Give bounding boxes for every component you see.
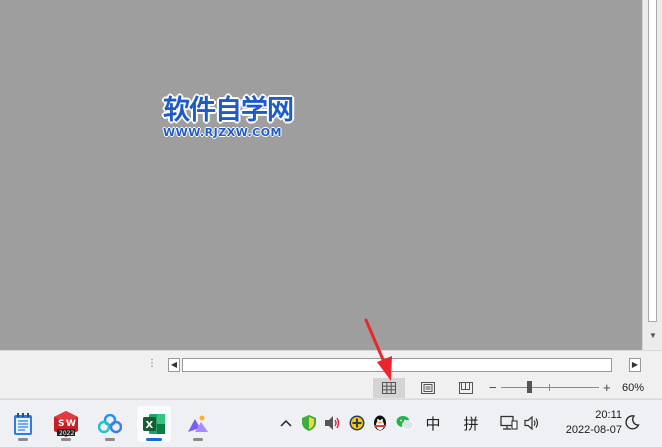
page-layout-icon — [421, 382, 435, 394]
taskbar-app-excel[interactable]: X — [137, 406, 171, 442]
notification-center-button[interactable] — [624, 414, 642, 432]
qq-penguin-icon — [374, 415, 386, 431]
cloud-icon — [98, 414, 122, 434]
moon-icon — [625, 415, 640, 430]
svg-text:2022: 2022 — [59, 430, 74, 437]
running-indicator — [193, 438, 203, 441]
tray-security-shield[interactable] — [300, 413, 318, 433]
shield-icon — [302, 415, 316, 431]
zoom-out-button[interactable]: − — [489, 379, 497, 397]
vertical-scrollbar[interactable]: ▼ — [642, 0, 662, 350]
taskbar-app-baidu-netdisk[interactable] — [93, 406, 127, 442]
scroll-down-icon[interactable]: ▼ — [647, 330, 659, 342]
status-bar: − + 60% — [0, 377, 662, 399]
network-icon — [500, 415, 518, 430]
ime-mode-toggle[interactable]: 拼 — [462, 413, 480, 433]
scroll-right-icon[interactable]: ▶ — [629, 358, 641, 372]
wechat-icon — [396, 416, 414, 430]
sheet-canvas[interactable]: 软件自学网 WWW.RJZXW.COM — [0, 0, 642, 350]
svg-text:S: S — [58, 419, 64, 429]
active-indicator — [146, 438, 162, 441]
excel-icon: X — [143, 414, 165, 434]
system-clock[interactable]: 20:11 2022-08-07 — [552, 408, 622, 438]
clock-date: 2022-08-07 — [565, 424, 622, 436]
grid-icon — [382, 382, 396, 394]
scroll-left-icon[interactable]: ◀ — [168, 358, 180, 372]
zoom-level[interactable]: 60% — [622, 381, 644, 395]
solidworks-icon: S W 2022 — [54, 411, 78, 437]
zoom-slider-center-tick — [549, 384, 550, 391]
page-break-icon — [459, 382, 473, 394]
zoom-slider[interactable] — [501, 387, 599, 388]
watermark-logo: 软件自学网 WWW.RJZXW.COM — [163, 95, 313, 140]
watermark-url: WWW.RJZXW.COM — [163, 126, 282, 139]
horizontal-scroll-row: ⋮ ◀ ▶ — [0, 350, 662, 377]
running-indicator — [18, 438, 28, 441]
show-hidden-icons-button[interactable] — [279, 413, 293, 433]
tray-app-plus[interactable] — [348, 413, 366, 433]
svg-text:W: W — [66, 419, 76, 429]
taskbar-app-solidworks[interactable]: S W 2022 — [49, 406, 83, 442]
clock-time: 20:11 — [595, 409, 622, 421]
taskbar: S W 2022 X 中 拼 20:11 2022-08-07 — [0, 399, 662, 447]
tray-network[interactable] — [499, 413, 519, 433]
creative-app-icon — [188, 415, 208, 432]
taskbar-app-creative[interactable] — [181, 406, 215, 442]
running-indicator — [61, 438, 71, 441]
vertical-scroll-thumb[interactable] — [648, 0, 657, 322]
horizontal-scroll-thumb[interactable] — [182, 358, 612, 372]
zoom-in-button[interactable]: + — [603, 379, 611, 397]
normal-view-button[interactable] — [373, 378, 405, 398]
page-break-preview-button[interactable] — [450, 378, 482, 398]
ime-language-toggle[interactable]: 中 — [424, 413, 442, 433]
notepad-icon — [14, 413, 32, 435]
watermark-title: 软件自学网 — [163, 95, 294, 126]
volume-icon — [524, 416, 539, 430]
split-grip-icon[interactable]: ⋮ — [147, 358, 157, 370]
svg-text:X: X — [146, 420, 154, 431]
tray-volume[interactable] — [324, 413, 342, 433]
tray-speaker[interactable] — [523, 413, 541, 433]
plus-circle-icon — [349, 415, 365, 431]
taskbar-app-notepad[interactable] — [6, 406, 40, 442]
chevron-up-icon — [280, 419, 292, 427]
speaker-icon — [325, 416, 340, 430]
tray-qq[interactable] — [371, 413, 389, 433]
tray-wechat[interactable] — [395, 413, 415, 433]
page-layout-view-button[interactable] — [412, 378, 444, 398]
running-indicator — [105, 438, 115, 441]
zoom-slider-thumb[interactable] — [527, 381, 532, 393]
